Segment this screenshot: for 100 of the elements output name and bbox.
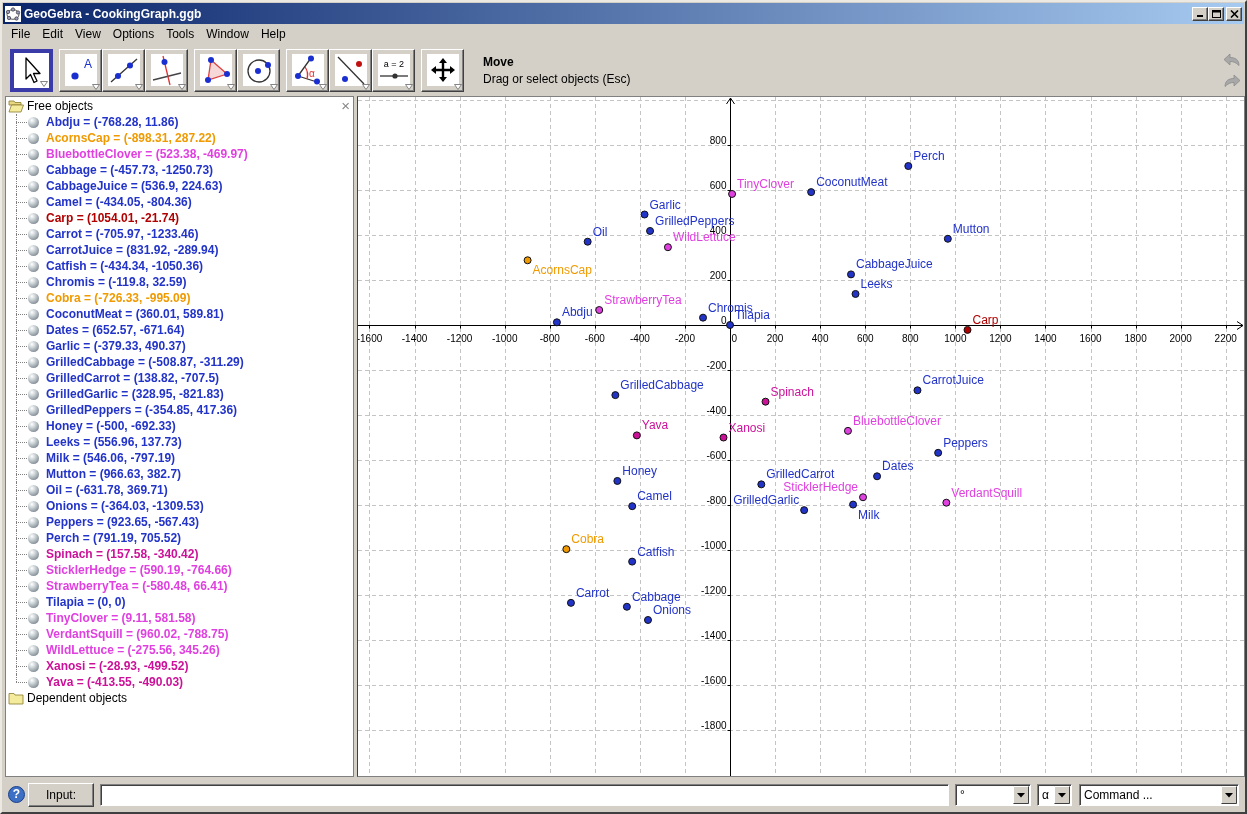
ball-icon[interactable] xyxy=(28,436,39,448)
ball-icon[interactable] xyxy=(28,596,39,608)
data-point[interactable] xyxy=(566,598,575,607)
object-label[interactable]: Onions = (-364.03, -1309.53) xyxy=(46,499,204,513)
data-point[interactable] xyxy=(913,386,922,395)
object-label[interactable]: TinyClover = (9.11, 581.58) xyxy=(46,611,196,625)
data-point[interactable] xyxy=(611,391,620,400)
data-point[interactable] xyxy=(726,321,734,329)
data-point[interactable] xyxy=(800,506,809,515)
ball-icon[interactable] xyxy=(28,468,39,480)
tool-button[interactable]: A xyxy=(59,48,102,92)
data-point[interactable] xyxy=(807,188,816,197)
data-point[interactable] xyxy=(583,237,592,246)
input-button[interactable]: Input: xyxy=(28,782,94,807)
data-point[interactable] xyxy=(663,243,672,252)
object-label[interactable]: BluebottleClover = (523.38, -469.97) xyxy=(46,147,248,161)
data-point[interactable] xyxy=(757,480,766,489)
object-label[interactable]: Perch = (791.19, 705.52) xyxy=(46,531,182,545)
tool-button[interactable] xyxy=(10,48,53,92)
symbol-dropdown[interactable]: α xyxy=(1037,783,1072,806)
object-label[interactable]: GrilledCabbage = (-508.87, -311.29) xyxy=(46,355,244,369)
data-point[interactable] xyxy=(719,433,728,442)
ball-icon[interactable] xyxy=(28,484,39,496)
data-point[interactable] xyxy=(847,270,855,279)
object-label[interactable]: GrilledPeppers = (-354.85, 417.36) xyxy=(46,403,238,417)
object-label[interactable]: Milk = (546.06, -797.19) xyxy=(46,451,176,465)
object-label[interactable]: Peppers = (923.65, -567.43) xyxy=(46,515,200,529)
ball-icon[interactable] xyxy=(28,548,39,560)
ball-icon[interactable] xyxy=(28,356,39,368)
data-point[interactable] xyxy=(859,493,867,502)
object-label[interactable]: GrilledCarrot = (138.82, -707.5) xyxy=(46,371,220,385)
input-field[interactable] xyxy=(100,783,949,806)
object-label[interactable]: CabbageJuice = (536.9, 224.63) xyxy=(46,179,223,193)
ball-icon[interactable] xyxy=(28,228,39,240)
ball-icon[interactable] xyxy=(28,148,39,160)
object-label[interactable]: Garlic = (-379.33, 490.37) xyxy=(46,339,186,353)
ball-icon[interactable] xyxy=(28,516,39,528)
data-point[interactable] xyxy=(646,226,655,235)
data-point[interactable] xyxy=(873,472,882,481)
data-point[interactable] xyxy=(622,602,631,611)
data-point[interactable] xyxy=(595,306,604,314)
ball-icon[interactable] xyxy=(28,676,39,688)
ball-icon[interactable] xyxy=(28,276,39,288)
close-button[interactable] xyxy=(1226,6,1242,21)
ball-icon[interactable] xyxy=(28,500,39,512)
data-point[interactable] xyxy=(934,448,943,457)
ball-icon[interactable] xyxy=(28,180,39,192)
menu-item[interactable]: Help xyxy=(254,26,292,42)
ball-icon[interactable] xyxy=(28,404,39,416)
data-point[interactable] xyxy=(849,500,858,509)
tool-button[interactable]: a = 2 xyxy=(372,48,415,92)
object-label[interactable]: Tilapia = (0, 0) xyxy=(46,595,126,609)
object-label[interactable]: Leeks = (556.96, 137.73) xyxy=(46,435,182,449)
ball-icon[interactable] xyxy=(28,420,39,432)
folder-label[interactable]: Dependent objects xyxy=(27,691,128,705)
object-label[interactable]: Xanosi = (-28.93, -499.52) xyxy=(46,659,189,673)
object-label[interactable]: VerdantSquill = (960.02, -788.75) xyxy=(46,627,229,641)
object-label[interactable]: Catfish = (-434.34, -1050.36) xyxy=(46,259,204,273)
object-label[interactable]: Spinach = (157.58, -340.42) xyxy=(46,547,199,561)
ball-icon[interactable] xyxy=(28,292,39,304)
ball-icon[interactable] xyxy=(28,580,39,592)
dropdown-arrow-icon[interactable] xyxy=(1013,785,1029,804)
menu-item[interactable]: File xyxy=(5,26,37,42)
data-point[interactable] xyxy=(728,189,737,198)
ball-icon[interactable] xyxy=(28,244,39,256)
maximize-button[interactable] xyxy=(1208,6,1224,21)
object-label[interactable]: Dates = (652.57, -671.64) xyxy=(46,323,185,337)
ball-icon[interactable] xyxy=(28,196,39,208)
menu-item[interactable]: Window xyxy=(200,26,255,42)
ball-icon[interactable] xyxy=(28,116,39,128)
data-point[interactable] xyxy=(843,426,852,435)
unit-dropdown[interactable]: ° xyxy=(955,783,1031,806)
ball-icon[interactable] xyxy=(28,644,39,656)
ball-icon[interactable] xyxy=(28,628,39,640)
object-label[interactable]: Cabbage = (-457.73, -1250.73) xyxy=(46,163,214,177)
ball-icon[interactable] xyxy=(28,388,39,400)
object-label[interactable]: CoconutMeat = (360.01, 589.81) xyxy=(46,307,224,321)
menu-item[interactable]: Tools xyxy=(160,26,201,42)
menu-item[interactable]: View xyxy=(69,26,107,42)
data-point[interactable] xyxy=(640,210,649,219)
tool-button[interactable]: α xyxy=(286,48,329,92)
data-point[interactable] xyxy=(562,545,571,554)
data-point[interactable] xyxy=(644,616,652,624)
object-label[interactable]: Oil = (-631.78, 369.71) xyxy=(46,483,168,497)
dropdown-arrow-icon[interactable] xyxy=(1221,785,1237,804)
object-label[interactable]: Abdju = (-768.28, 11.86) xyxy=(46,115,179,129)
help-button[interactable]: ? xyxy=(8,786,25,803)
data-point[interactable] xyxy=(761,397,770,406)
data-point[interactable] xyxy=(943,234,952,243)
data-point[interactable] xyxy=(628,502,637,511)
object-label[interactable]: GrilledGarlic = (328.95, -821.83) xyxy=(46,387,224,401)
object-label[interactable]: WildLettuce = (-275.56, 345.26) xyxy=(46,643,220,657)
close-button[interactable]: × xyxy=(341,99,350,113)
data-point[interactable] xyxy=(904,162,913,171)
data-point[interactable] xyxy=(523,256,532,265)
ball-icon[interactable] xyxy=(28,564,39,576)
folder-label[interactable]: Free objects xyxy=(27,99,94,113)
data-point[interactable] xyxy=(942,498,951,507)
object-label[interactable]: Yava = (-413.55, -490.03) xyxy=(46,675,184,689)
data-point[interactable] xyxy=(613,476,622,485)
